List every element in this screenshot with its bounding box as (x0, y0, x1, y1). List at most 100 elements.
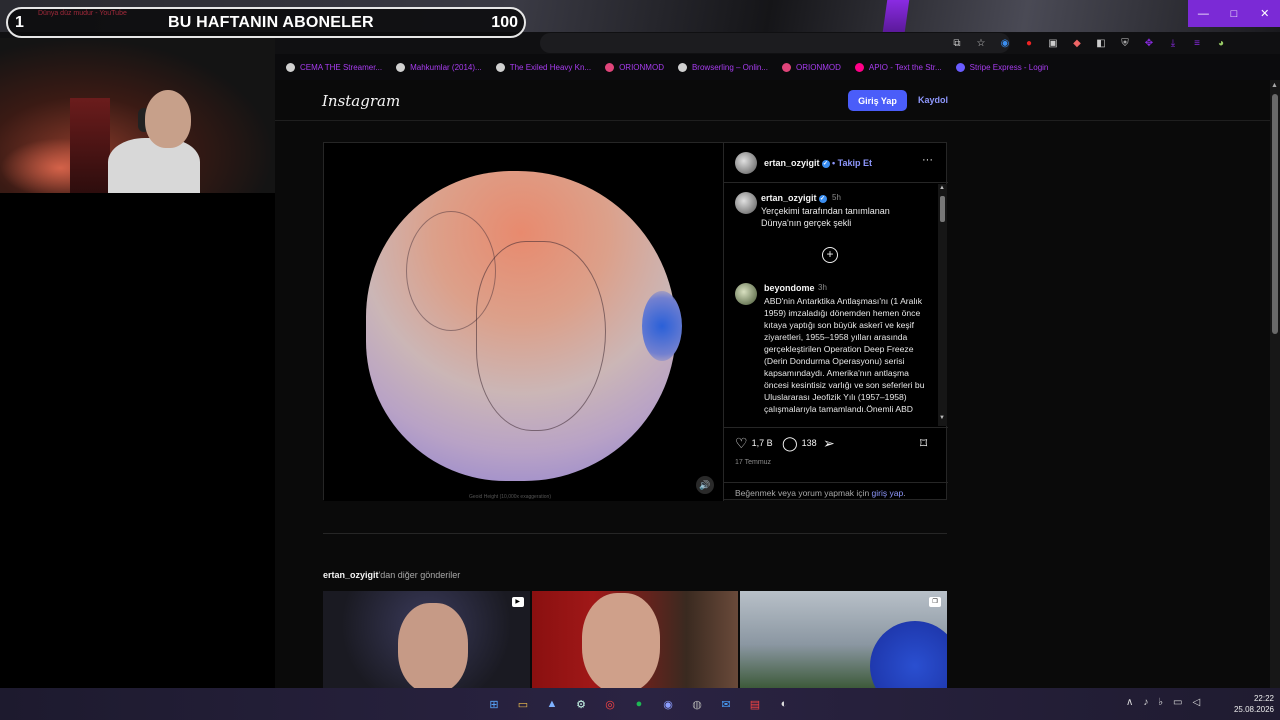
scroll-up-icon[interactable]: ▲ (1271, 82, 1278, 89)
post-thumbnail[interactable]: ▶ (323, 591, 530, 688)
author-username[interactable]: ertan_ozyigit ✓ (764, 158, 830, 168)
share-button[interactable]: ➢ (823, 436, 835, 450)
photos-icon[interactable]: ▲ (542, 694, 562, 714)
install-app-icon[interactable]: ⧉ (950, 36, 964, 50)
load-more-comments-icon[interactable]: + (822, 247, 838, 263)
screen: — □ ✕ ⧉ ☆ ◉ ● ▣ ◆ ◧ ⛨ ✥ ⤓ ≡ ◕ CEMA THE S… (0, 0, 1280, 720)
like-button[interactable]: ♡ 1,7 B (735, 436, 773, 450)
speaker-icon[interactable]: ♪ (1143, 697, 1148, 708)
avatar[interactable] (735, 192, 757, 214)
file-explorer-icon[interactable]: ▭ (513, 694, 533, 714)
extension-icon[interactable]: ◆ (1070, 36, 1084, 50)
post-video[interactable]: Geoid Height (10,000x exaggeration) 🔊 (324, 143, 723, 501)
bookmark-item[interactable]: CEMA THE Streamer... (286, 62, 382, 72)
tab-search-icon[interactable]: ≡ (1190, 36, 1204, 50)
login-link[interactable]: giriş yap (872, 488, 904, 498)
start-windows-icon[interactable]: ⊞ (484, 694, 504, 714)
post-thumbnail[interactable]: ❐ (740, 591, 948, 688)
bookmark-item[interactable]: Stripe Express - Login (955, 62, 1048, 72)
bookmark-item[interactable]: The Exiled Heavy Kn... (495, 62, 592, 72)
extension-icon[interactable]: ▣ (1046, 36, 1060, 50)
carousel-icon: ❐ (929, 597, 942, 607)
volume-icon[interactable]: 🔊 (696, 476, 714, 494)
extension-icon[interactable]: ⛨ (1118, 36, 1132, 50)
scroll-down-icon[interactable]: ▼ (939, 415, 945, 421)
volume-icon[interactable]: ◁ (1193, 697, 1201, 708)
bookmark-item[interactable]: APIO - Text the Str... (854, 62, 942, 72)
bookmark-item[interactable]: Browserling – Onlin... (677, 62, 768, 72)
caption-time: 5h (832, 193, 841, 202)
more-options-icon[interactable]: ··· (922, 154, 933, 166)
display-icon[interactable]: ▭ (1173, 697, 1182, 708)
bookmark-star-icon[interactable]: ☆ (974, 36, 988, 50)
bookmark-item[interactable]: ORIONMOD (782, 62, 841, 72)
avatar[interactable] (735, 152, 757, 174)
signup-link[interactable]: Kaydol (918, 95, 948, 105)
bookmark-item[interactable]: ORIONMOD (605, 62, 664, 72)
extensions-puzzle-icon[interactable]: ✥ (1142, 36, 1156, 50)
tray-chevron-icon[interactable]: ∧ (1126, 697, 1133, 708)
chrome-icon[interactable]: ◎ (600, 694, 620, 714)
app-icon[interactable]: ◍ (687, 694, 707, 714)
comment-text: ABD'nin Antarktika Antlaşması'nı (1 Aral… (764, 296, 925, 414)
minimize-button[interactable]: — (1188, 0, 1219, 27)
bookmark-item[interactable]: Mahkumlar (2014)... (396, 62, 482, 72)
caption-username[interactable]: ertan_ozyigit ✓ (761, 193, 827, 203)
section-divider (323, 533, 947, 534)
scroll-up-icon[interactable]: ▲ (939, 185, 945, 191)
caption-text: Yerçekimi tarafından tanımlanan Dünya'nı… (761, 206, 890, 228)
profile-avatar-icon[interactable]: ◕ (1214, 36, 1228, 50)
bookmark-label: ORIONMOD (796, 62, 841, 72)
comment-button[interactable]: ◯ 138 (782, 436, 817, 450)
obs-icon[interactable]: ◐ (774, 694, 794, 714)
bookmark-label: APIO - Text the Str... (868, 62, 942, 72)
avatar[interactable] (735, 283, 757, 305)
post-header: ertan_ozyigit ✓ • Takip Et ··· (724, 143, 948, 183)
bookmark-label: The Exiled Heavy Kn... (509, 62, 592, 72)
comments-count: 138 (801, 438, 817, 448)
globe-outline (476, 241, 606, 431)
close-button[interactable]: ✕ (1249, 0, 1280, 27)
post-thumbnail[interactable] (531, 591, 739, 688)
comments-scrollbar[interactable]: ▲ ▼ (938, 184, 947, 426)
bookmark-favicon-icon (677, 62, 687, 72)
discord-icon[interactable]: ◉ (658, 694, 678, 714)
mail-icon[interactable]: ✉ (716, 694, 736, 714)
bookmark-label: ORIONMOD (619, 62, 664, 72)
bookmark-favicon-icon (495, 62, 505, 72)
save-button[interactable]: ⌑ (920, 436, 927, 450)
more-posts-username[interactable]: ertan_ozyigit (323, 570, 379, 580)
overlay-faint-tab-text: Dünya düz mudur - YouTube (38, 10, 127, 17)
page-scrollbar[interactable]: ▲ (1270, 80, 1280, 688)
webcam-person-head (145, 90, 191, 148)
bookmark-icon: ⌑ (920, 435, 928, 451)
instagram-page: Instagram Giriş Yap Kaydol Geoid Height … (275, 80, 1280, 688)
follow-link[interactable]: • Takip Et (832, 158, 872, 168)
microphone-icon[interactable]: ♭ (1158, 697, 1163, 708)
instagram-logo[interactable]: Instagram (322, 92, 400, 110)
clock-date: 25.08.2026 (1233, 705, 1274, 714)
extension-icon[interactable]: ◉ (998, 36, 1012, 50)
steam-icon[interactable]: ⚙ (571, 694, 591, 714)
address-bar[interactable] (540, 33, 1010, 53)
maximize-button[interactable]: □ (1219, 0, 1250, 27)
download-icon[interactable]: ⤓ (1166, 36, 1180, 50)
thumbnail-person (581, 593, 660, 688)
extension-icon[interactable]: ◧ (1094, 36, 1108, 50)
comment-username[interactable]: beyondome (764, 283, 815, 293)
thumbnail-dome (870, 621, 948, 688)
scrollbar-thumb[interactable] (940, 196, 945, 222)
app-icon[interactable]: ▤ (745, 694, 765, 714)
system-tray: ∧ ♪ ♭ ▭ ◁ (1126, 697, 1200, 708)
taskbar-clock[interactable]: 22:22 25.08.2026 (1226, 693, 1274, 715)
login-button[interactable]: Giriş Yap (848, 90, 907, 111)
taskbar-apps: ⊞ ▭ ▲ ⚙ ◎ ● ◉ ◍ ✉ ▤ ◐ (484, 694, 794, 714)
instagram-header: Instagram Giriş Yap Kaydol (275, 80, 1270, 121)
scrollbar-thumb[interactable] (1272, 94, 1278, 334)
likes-count: 1,7 B (751, 438, 773, 448)
window-controls: — □ ✕ (1188, 0, 1280, 27)
extension-icon[interactable]: ● (1022, 36, 1036, 50)
spotify-icon[interactable]: ● (629, 694, 649, 714)
goal-current-count: 1 (15, 13, 24, 31)
comments-list[interactable]: ertan_ozyigit ✓ 5h Yerçekimi tarafından t… (724, 184, 948, 426)
